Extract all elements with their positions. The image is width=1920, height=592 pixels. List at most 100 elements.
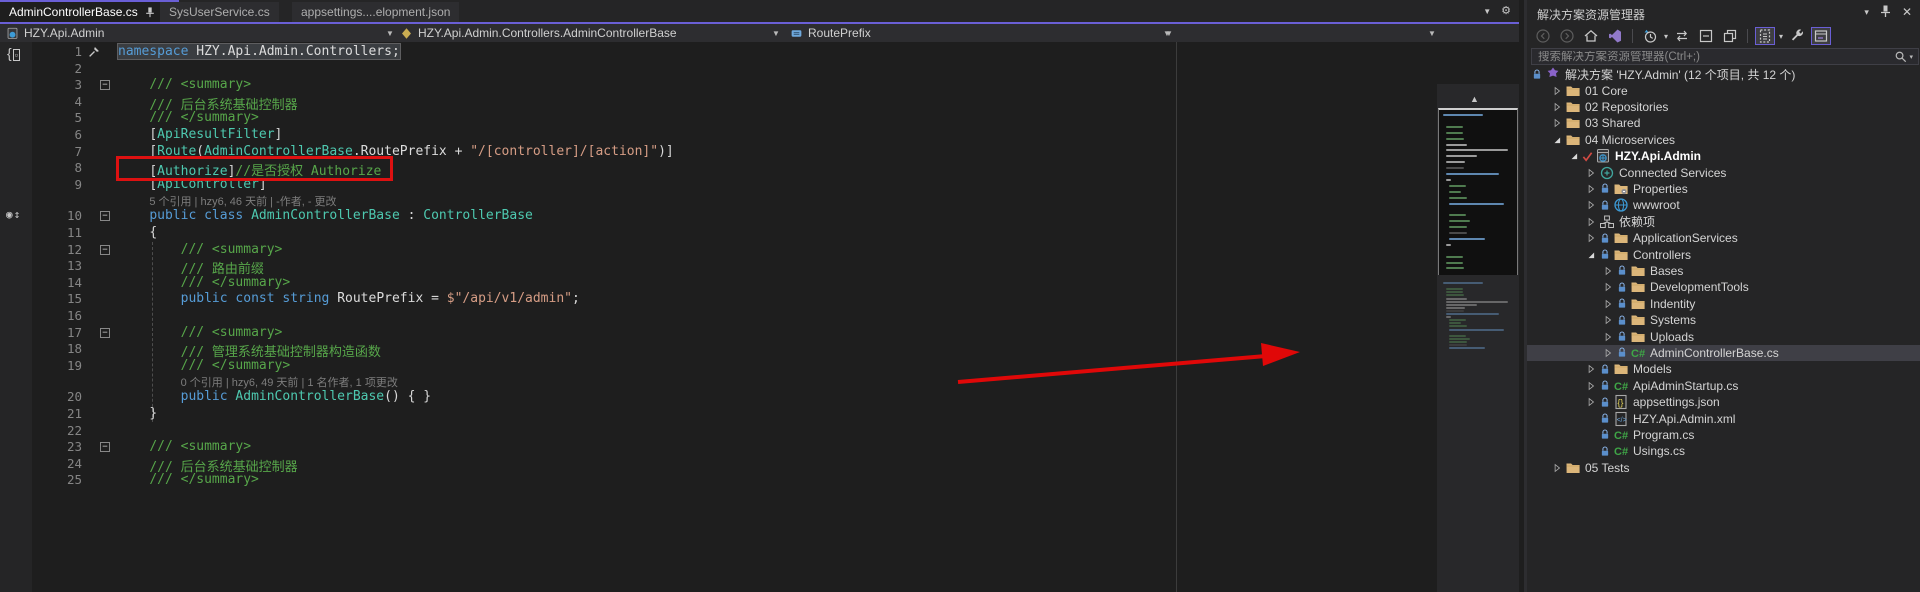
close-icon[interactable]: ✕ (1902, 5, 1912, 19)
code-line[interactable]: 3−/// <summary> (0, 77, 1519, 94)
code-line[interactable]: 5/// </summary> (0, 110, 1519, 127)
breadcrumb-item-project[interactable]: HZY.Api.Admin (6, 24, 104, 42)
toolbar-dropdown-icon[interactable]: ▾ (1779, 32, 1783, 41)
code-line[interactable]: 18/// 管理系统基础控制器构造函数 (0, 341, 1519, 358)
codelens-text[interactable]: 0 个引用 | hzy6, 49 天前 | 1 名作者, 1 项更改 (181, 374, 398, 390)
scroll-up-icon[interactable]: ▲ (1470, 94, 1479, 104)
expander-collapsed-icon[interactable] (1586, 214, 1596, 230)
code-line[interactable]: 1namespace HZY.Api.Admin.Controllers; (0, 44, 1519, 61)
pin-tab-icon[interactable] (145, 7, 155, 18)
tree-item-apiadminstartup-cs[interactable]: C#ApiAdminStartup.cs (1527, 378, 1920, 394)
tree-item-properties[interactable]: Properties (1527, 181, 1920, 197)
home-icon[interactable] (1581, 27, 1601, 45)
fold-collapse-icon[interactable]: − (100, 211, 110, 221)
expander-collapsed-icon[interactable] (1603, 279, 1613, 295)
expander-collapsed-icon[interactable] (1586, 394, 1596, 410)
fold-collapse-icon[interactable]: − (100, 245, 110, 255)
breadcrumb-item-member[interactable]: RoutePrefix (790, 24, 871, 42)
quick-actions-screwdriver-icon[interactable] (88, 45, 101, 58)
tree-item-connected-services[interactable]: Connected Services (1527, 164, 1920, 180)
tree-item-indentity[interactable]: Indentity (1527, 296, 1920, 312)
expander-collapsed-icon[interactable] (1603, 263, 1613, 279)
show-all-files-icon[interactable] (1755, 27, 1775, 45)
expander-collapsed-icon[interactable] (1586, 361, 1596, 377)
tree-item-uploads[interactable]: Uploads (1527, 328, 1920, 344)
sync-active-document-icon[interactable] (1672, 27, 1692, 45)
switch-views-icon[interactable] (1605, 27, 1625, 45)
pin-icon[interactable] (1880, 5, 1891, 19)
tree-item-applicationservices[interactable]: ApplicationServices (1527, 230, 1920, 246)
code-line[interactable]: 8[Authorize]//是否授权 Authorize (0, 160, 1519, 177)
properties-pages-icon[interactable] (1720, 27, 1740, 45)
tree-item-01-core[interactable]: 01 Core (1527, 82, 1920, 98)
code-line[interactable]: 10−◉↕public class AdminControllerBase : … (0, 208, 1519, 225)
expander-collapsed-icon[interactable] (1586, 378, 1596, 394)
code-line[interactable]: 12−/// <summary> (0, 242, 1519, 259)
code-line[interactable]: 24/// 后台系统基础控制器 (0, 456, 1519, 473)
tab-window-list-icon[interactable]: ▼ (1483, 7, 1491, 17)
fold-collapse-icon[interactable]: − (100, 442, 110, 452)
expander-expanded-icon[interactable] (1552, 132, 1562, 148)
panel-position-icon[interactable]: ▾ (1864, 7, 1869, 19)
codelens-row[interactable]: 5 个引用 | hzy6, 46 天前 | -作者, - 更改 (0, 193, 1519, 208)
code-editor[interactable]: {▫ 1namespace HZY.Api.Admin.Controllers;… (0, 42, 1519, 592)
expander-collapsed-icon[interactable] (1586, 230, 1596, 246)
editor-settings-gear-icon[interactable]: ⚙ (1501, 4, 1511, 17)
expander-collapsed-icon[interactable] (1586, 164, 1596, 180)
code-line[interactable]: 21} (0, 406, 1519, 423)
code-line[interactable]: 7[Route(AdminControllerBase.RoutePrefix … (0, 144, 1519, 161)
expander-collapsed-icon[interactable] (1603, 312, 1613, 328)
tree-item-controllers[interactable]: Controllers (1527, 246, 1920, 262)
tree-item-wwwroot[interactable]: wwwroot (1527, 197, 1920, 213)
code-line[interactable]: 19/// </summary> (0, 358, 1519, 375)
expander-expanded-icon[interactable] (1569, 148, 1579, 164)
preview-selected-icon[interactable] (1811, 27, 1831, 45)
toolbar-dropdown-icon[interactable]: ▾ (1664, 32, 1668, 41)
forward-icon[interactable] (1557, 27, 1577, 45)
minimap-scrollbar[interactable]: ▲ (1437, 84, 1519, 592)
back-icon[interactable] (1533, 27, 1553, 45)
tree-item-appsettings-json[interactable]: {}appsettings.json (1527, 394, 1920, 410)
wrench-icon[interactable] (1787, 27, 1807, 45)
code-line[interactable]: 15public const string RoutePrefix = $"/a… (0, 291, 1519, 308)
breadcrumb-overflow-icon[interactable]: ▼ (1165, 29, 1173, 38)
expander-collapsed-icon[interactable] (1586, 181, 1596, 197)
expander-collapsed-icon[interactable] (1552, 82, 1562, 98)
expander-collapsed-icon[interactable] (1552, 99, 1562, 115)
code-line[interactable]: 2 (0, 61, 1519, 78)
tree-item-systems[interactable]: Systems (1527, 312, 1920, 328)
tab-admincontrollerbase[interactable]: AdminControllerBase.cs✕ (0, 0, 179, 22)
tree-item-developmenttools[interactable]: DevelopmentTools (1527, 279, 1920, 295)
tree-item-program-cs[interactable]: C#Program.cs (1527, 427, 1920, 443)
code-line[interactable]: 9[ApiController] (0, 177, 1519, 194)
search-box[interactable]: ▾ (1531, 48, 1919, 65)
code-line[interactable]: 16 (0, 308, 1519, 325)
code-line[interactable]: 6[ApiResultFilter] (0, 127, 1519, 144)
tree-item-models[interactable]: Models (1527, 361, 1920, 377)
breadcrumb-dropdown-icon[interactable]: ▼ (386, 29, 394, 38)
search-input[interactable] (1532, 51, 1894, 63)
expander-expanded-icon[interactable] (1586, 246, 1596, 262)
tree-item-04-microservices[interactable]: 04 Microservices (1527, 132, 1920, 148)
tree-item-usings-cs[interactable]: C#Usings.cs (1527, 443, 1920, 459)
tree-item-admincontrollerbase-cs[interactable]: C#AdminControllerBase.cs (1527, 345, 1920, 361)
tree-item-bases[interactable]: Bases (1527, 263, 1920, 279)
code-line[interactable]: 23−/// <summary> (0, 439, 1519, 456)
expander-collapsed-icon[interactable] (1603, 296, 1613, 312)
breadcrumb-dropdown-icon[interactable]: ▼ (772, 29, 780, 38)
code-line[interactable]: 22 (0, 423, 1519, 440)
tree-item-hzy-api-admin-xml[interactable]: </>HZY.Api.Admin.xml (1527, 410, 1920, 426)
tree-item-02-repositories[interactable]: 02 Repositories (1527, 99, 1920, 115)
tab-sysuserservice[interactable]: SysUserService.cs (160, 2, 279, 22)
code-line[interactable]: 25/// </summary> (0, 472, 1519, 489)
fold-collapse-icon[interactable]: − (100, 328, 110, 338)
codelens-text[interactable]: 5 个引用 | hzy6, 46 天前 | -作者, - 更改 (149, 193, 336, 209)
pending-filter-icon[interactable] (1640, 27, 1660, 45)
expander-collapsed-icon[interactable] (1603, 345, 1613, 361)
tree-item-03-shared[interactable]: 03 Shared (1527, 115, 1920, 131)
tree-item-solution[interactable]: 解决方案 'HZY.Admin' (12 个项目, 共 12 个) (1527, 66, 1920, 82)
editor-dropdown-icon[interactable]: ▼ (1428, 29, 1436, 38)
code-line[interactable]: 4/// 后台系统基础控制器 (0, 94, 1519, 111)
inheritance-glyph-icon[interactable]: ◉↕ (6, 208, 21, 221)
collapse-all-icon[interactable] (1696, 27, 1716, 45)
